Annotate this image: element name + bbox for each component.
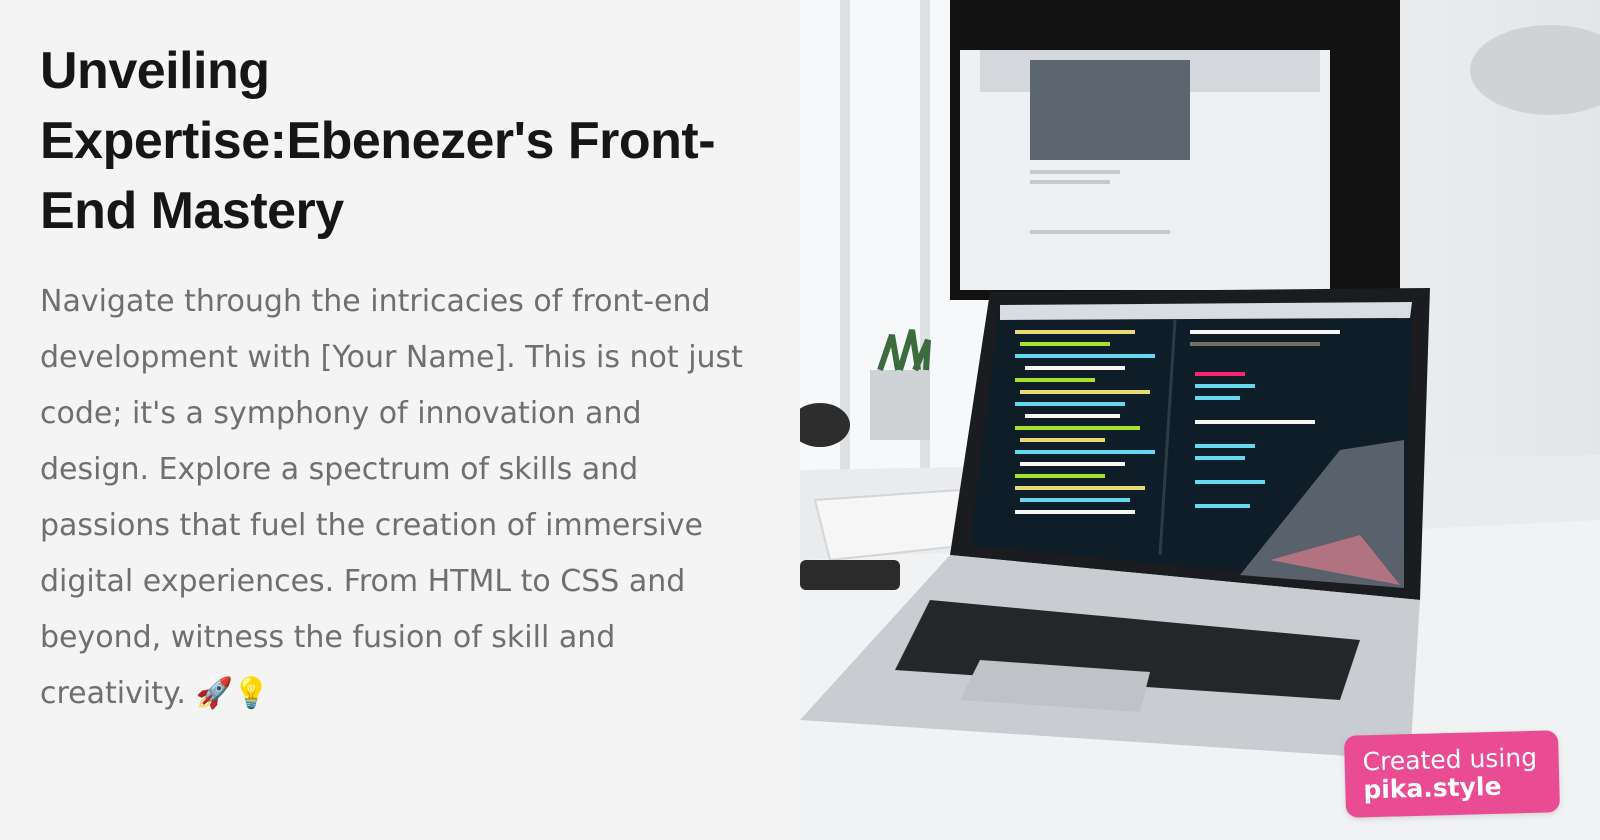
text-panel: Unveiling Expertise:Ebenezer's Front-End… — [0, 0, 800, 840]
window-frame — [840, 0, 850, 470]
laptop-desk-photo — [800, 0, 1600, 840]
monitor-image — [1030, 60, 1190, 160]
lamp — [1470, 25, 1600, 115]
badge-brand: pika.style — [1363, 771, 1502, 805]
page-title: Unveiling Expertise:Ebenezer's Front-End… — [40, 42, 716, 240]
description-text: Navigate through the intricacies of fron… — [40, 284, 743, 711]
plant-pot — [870, 370, 930, 440]
editor-titlebar — [1000, 302, 1412, 320]
created-using-badge[interactable]: Created using pika.style — [1343, 730, 1561, 818]
pika-card: Unveiling Expertise:Ebenezer's Front-End… — [0, 0, 1600, 840]
phone — [800, 560, 900, 590]
photo-illustration — [800, 0, 1600, 840]
